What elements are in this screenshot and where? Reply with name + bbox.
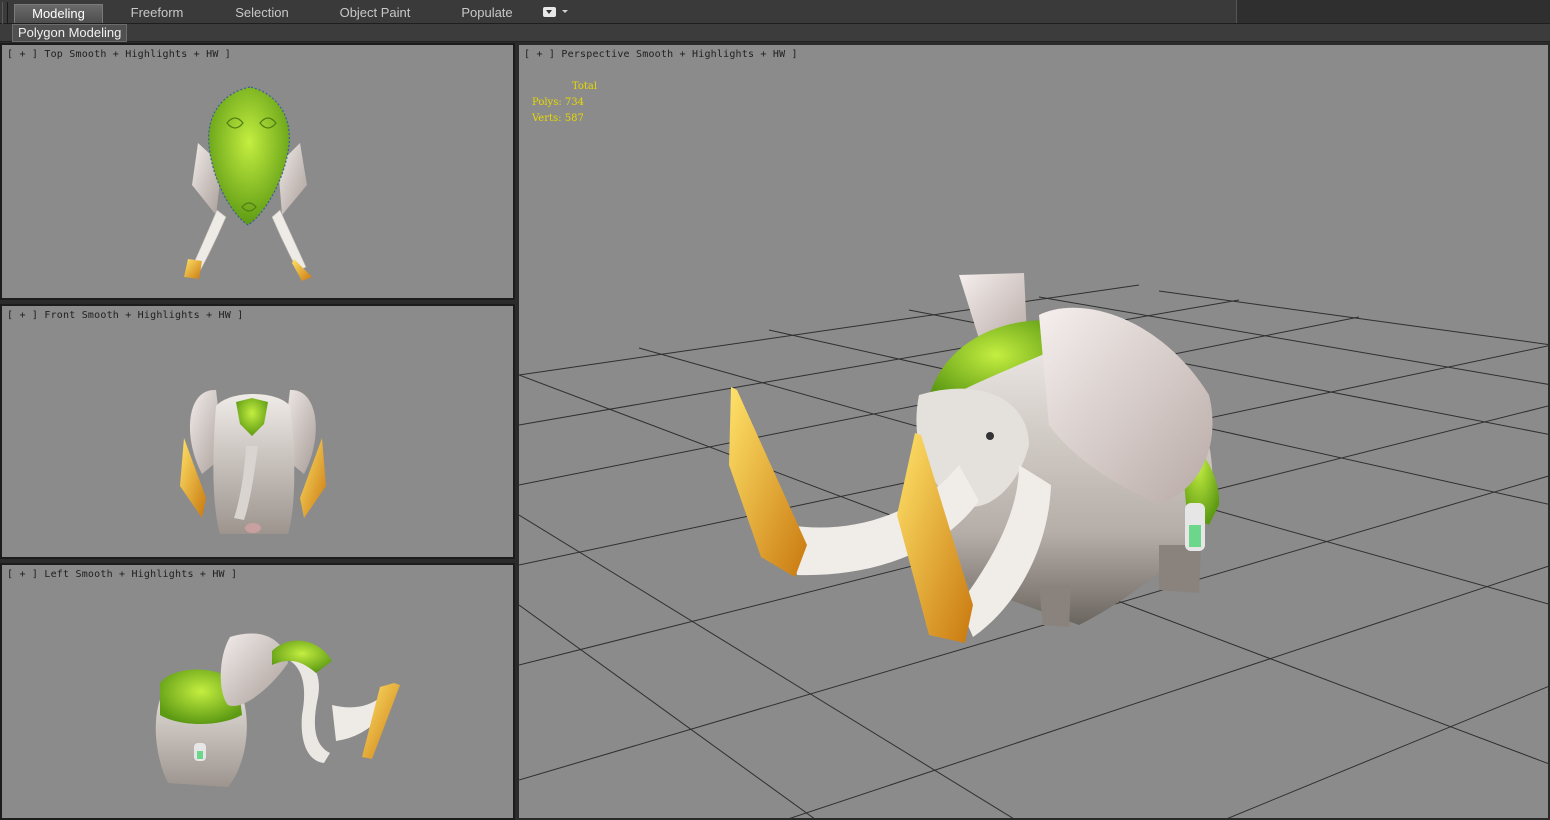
stats-verts-label: Verts: (532, 113, 562, 124)
viewport-left[interactable]: [ + ] Left Smooth + Highlights + HW ] (0, 563, 515, 820)
viewport-label-bracket: ] (791, 49, 798, 60)
stats-verts-row: Verts: 587 (532, 111, 597, 127)
polygon-modeling-panel-button[interactable]: Polygon Modeling (12, 24, 128, 42)
viewport-front[interactable]: [ + ] Front Smooth + Highlights + HW ] (0, 304, 515, 559)
viewport-shading-menu[interactable]: Smooth + Highlights + HW (636, 49, 785, 60)
tab-object-paint[interactable]: Object Paint (322, 4, 428, 23)
tab-freeform[interactable]: Freeform (113, 4, 201, 23)
stats-polys-value: 734 (564, 97, 584, 108)
ribbon-empty-area (1236, 0, 1550, 23)
elephant-left-view (155, 633, 400, 787)
stats-polys-row: Polys: 734 (532, 95, 597, 111)
elephant-front-view (180, 389, 326, 534)
viewport-menu-plus[interactable]: [ + ] (524, 49, 555, 60)
chevron-down-icon (562, 10, 568, 13)
viewport-view-menu[interactable]: Perspective (561, 49, 629, 60)
elephant-top-view (184, 86, 312, 281)
ribbon-panel-bar: Polygon Modeling (0, 24, 1550, 42)
stats-total-header: Total (572, 81, 598, 92)
dropdown-menu-icon (543, 7, 556, 17)
ribbon-bar: Modeling Freeform Selection Object Paint… (0, 0, 1550, 42)
stats-verts-value: 587 (564, 113, 584, 124)
tab-modeling[interactable]: Modeling (14, 4, 103, 23)
viewport-perspective[interactable]: [ + ] Perspective Smooth + Highlights + … (517, 43, 1550, 820)
viewport-label-perspective[interactable]: [ + ] Perspective Smooth + Highlights + … (524, 49, 798, 60)
scene-statistics: Total Polys: 734 Verts: 587 (532, 79, 597, 127)
ribbon-options-button[interactable] (543, 7, 569, 19)
tab-selection[interactable]: Selection (215, 4, 309, 23)
viewport-top[interactable]: [ + ] Top Smooth + Highlights + HW ] (0, 43, 515, 300)
elephant-perspective-view (729, 273, 1220, 643)
tab-populate[interactable]: Populate (443, 4, 531, 23)
stats-polys-label: Polys: (532, 97, 562, 108)
